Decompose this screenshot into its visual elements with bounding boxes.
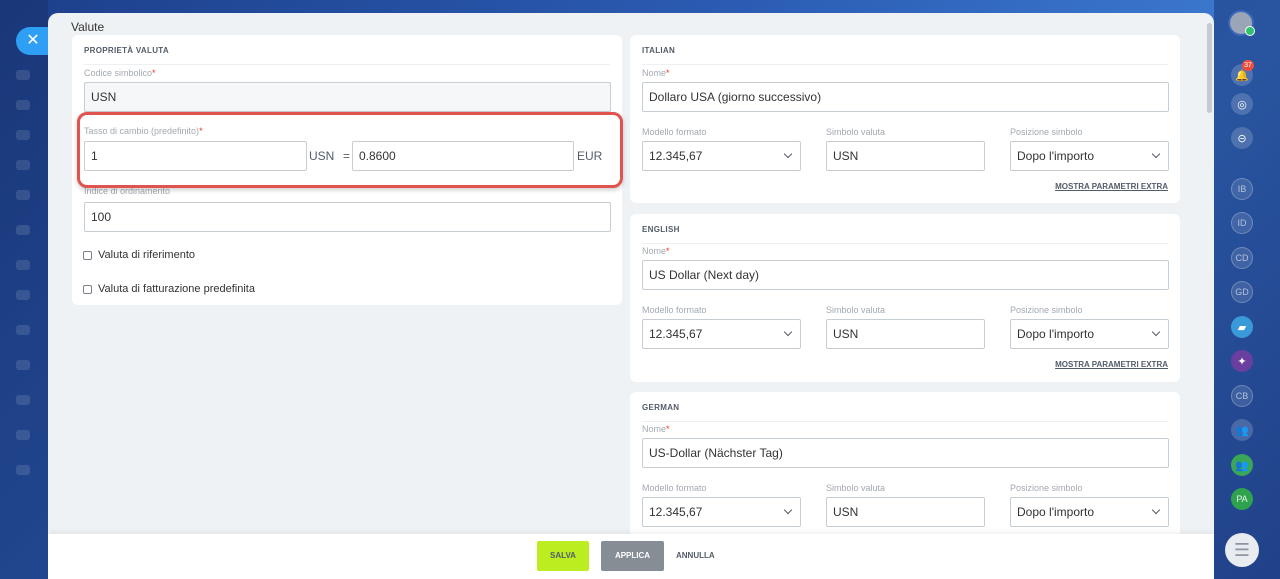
save-button[interactable]: SALVA — [537, 541, 589, 571]
position-label: Posizione simbolo — [1010, 127, 1083, 137]
strip-blip — [16, 325, 30, 335]
symbol-label: Simbolo valuta — [826, 483, 886, 493]
right-sidebar: 🔔 37 ◎ ⊝ IB ID CD GD ▰ ✦ CB 👥 👥 PA ☰ — [1214, 0, 1280, 579]
card-title: PROPRIETÀ VALUTA — [84, 46, 169, 55]
format-select[interactable]: 12.345,67 — [642, 319, 801, 349]
notification-count-badge: 37 — [1242, 60, 1254, 71]
strip-blip — [16, 465, 30, 475]
checkbox-label: Valuta di riferimento — [98, 249, 196, 261]
symbol-input[interactable]: USN — [826, 497, 985, 527]
name-label: Nome* — [642, 68, 670, 78]
strip-blip — [16, 100, 30, 110]
rate-amount-input[interactable]: 1 — [84, 141, 307, 171]
online-status-icon — [1245, 26, 1255, 36]
sidebar-item-pa[interactable]: PA — [1231, 488, 1253, 510]
language-card-italian: ITALIAN Nome* Dollaro USA (giorno succes… — [630, 35, 1180, 203]
symbol-label: Simbolo valuta — [826, 127, 886, 137]
card-title: ITALIAN — [642, 46, 676, 55]
strip-blip — [16, 290, 30, 300]
apply-button[interactable]: APPLICA — [601, 541, 664, 571]
group-avatar-icon[interactable]: ✦ — [1231, 350, 1253, 372]
equals-sign: = — [343, 149, 351, 163]
sidebar-item-cb[interactable]: CB — [1231, 385, 1253, 407]
format-label: Modello formato — [642, 483, 707, 493]
name-label: Nome* — [642, 424, 670, 434]
strip-blip — [16, 160, 30, 170]
user-avatar[interactable] — [1228, 10, 1255, 36]
rate-label: Tasso di cambio (predefinito)* — [84, 126, 203, 136]
show-extra-params-link[interactable]: MOSTRA PARAMETRI EXTRA — [1055, 182, 1168, 191]
position-label: Posizione simbolo — [1010, 305, 1083, 315]
target-icon[interactable]: ◎ — [1231, 93, 1253, 115]
symbol-input[interactable]: USN — [826, 319, 985, 349]
divider — [642, 64, 1168, 65]
close-icon: ✕ — [26, 32, 40, 49]
format-select[interactable]: 12.345,67 — [642, 497, 801, 527]
cancel-button[interactable]: ANNULLA — [676, 541, 715, 571]
menu-icon: ☰ — [1233, 540, 1251, 560]
divider — [642, 421, 1168, 422]
strip-blip — [16, 190, 30, 200]
rate-value-input[interactable]: 0.8600 — [352, 141, 574, 171]
close-panel-button[interactable]: ✕ — [16, 27, 50, 55]
checkbox-box[interactable] — [83, 284, 92, 294]
rate-unit-right: EUR — [577, 149, 603, 163]
base-currency-checkbox[interactable]: Valuta di riferimento — [83, 249, 195, 261]
card-title: ENGLISH — [642, 225, 680, 234]
position-select[interactable]: Dopo l'importo — [1010, 319, 1169, 349]
position-select[interactable]: Dopo l'importo — [1010, 497, 1169, 527]
name-input[interactable]: US Dollar (Next day) — [642, 260, 1169, 290]
strip-blip — [16, 70, 30, 80]
checkbox-label: Valuta di fatturazione predefinita — [98, 283, 255, 295]
position-label: Posizione simbolo — [1010, 483, 1083, 493]
search-chat-icon[interactable]: ⊝ — [1231, 127, 1253, 149]
divider — [84, 64, 610, 65]
name-input[interactable]: US-Dollar (Nächster Tag) — [642, 438, 1169, 468]
code-input[interactable]: USN — [84, 82, 611, 112]
strip-blip — [16, 225, 30, 235]
sort-label: Indice di ordinamento — [84, 186, 171, 196]
default-invoice-currency-checkbox[interactable]: Valuta di fatturazione predefinita — [83, 283, 255, 295]
format-select[interactable]: 12.345,67 — [642, 141, 801, 171]
sidebar-item-gd[interactable]: GD — [1231, 281, 1253, 303]
action-footer: SALVA APPLICA ANNULLA — [48, 534, 1214, 579]
strip-blip — [16, 360, 30, 370]
strip-blip — [16, 395, 30, 405]
name-label: Nome* — [642, 246, 670, 256]
sort-input[interactable]: 100 — [84, 202, 611, 232]
rate-unit-left: USN — [309, 149, 335, 163]
symbol-label: Simbolo valuta — [826, 305, 886, 315]
chat-bubble-icon[interactable]: ▰ — [1231, 316, 1253, 338]
code-label: Codice simbolico* — [84, 68, 156, 78]
format-label: Modello formato — [642, 305, 707, 315]
strip-blip — [16, 130, 30, 140]
page-title: Valute — [71, 20, 105, 34]
symbol-input[interactable]: USN — [826, 141, 985, 171]
position-select[interactable]: Dopo l'importo — [1010, 141, 1169, 171]
scrollbar[interactable] — [1207, 23, 1212, 113]
sidebar-item-cd[interactable]: CD — [1231, 247, 1253, 269]
users-icon[interactable]: 👥 — [1231, 419, 1253, 441]
card-title: GERMAN — [642, 403, 680, 412]
strip-blip — [16, 430, 30, 440]
divider — [642, 243, 1168, 244]
show-extra-params-link[interactable]: MOSTRA PARAMETRI EXTRA — [1055, 360, 1168, 369]
menu-fab-button[interactable]: ☰ — [1225, 533, 1259, 567]
strip-blip — [16, 260, 30, 270]
language-card-english: ENGLISH Nome* US Dollar (Next day) Model… — [630, 214, 1180, 382]
sidebar-item-ib[interactable]: IB — [1231, 178, 1253, 200]
currency-properties-card: PROPRIETÀ VALUTA Codice simbolico* USN T… — [72, 35, 622, 305]
currency-panel: Valute PROPRIETÀ VALUTA Codice simbolico… — [48, 13, 1214, 579]
team-icon[interactable]: 👥 — [1231, 454, 1253, 476]
name-input[interactable]: Dollaro USA (giorno successivo) — [642, 82, 1169, 112]
sidebar-item-id[interactable]: ID — [1231, 212, 1253, 234]
format-label: Modello formato — [642, 127, 707, 137]
left-app-strip — [0, 0, 48, 579]
checkbox-box[interactable] — [83, 250, 92, 260]
